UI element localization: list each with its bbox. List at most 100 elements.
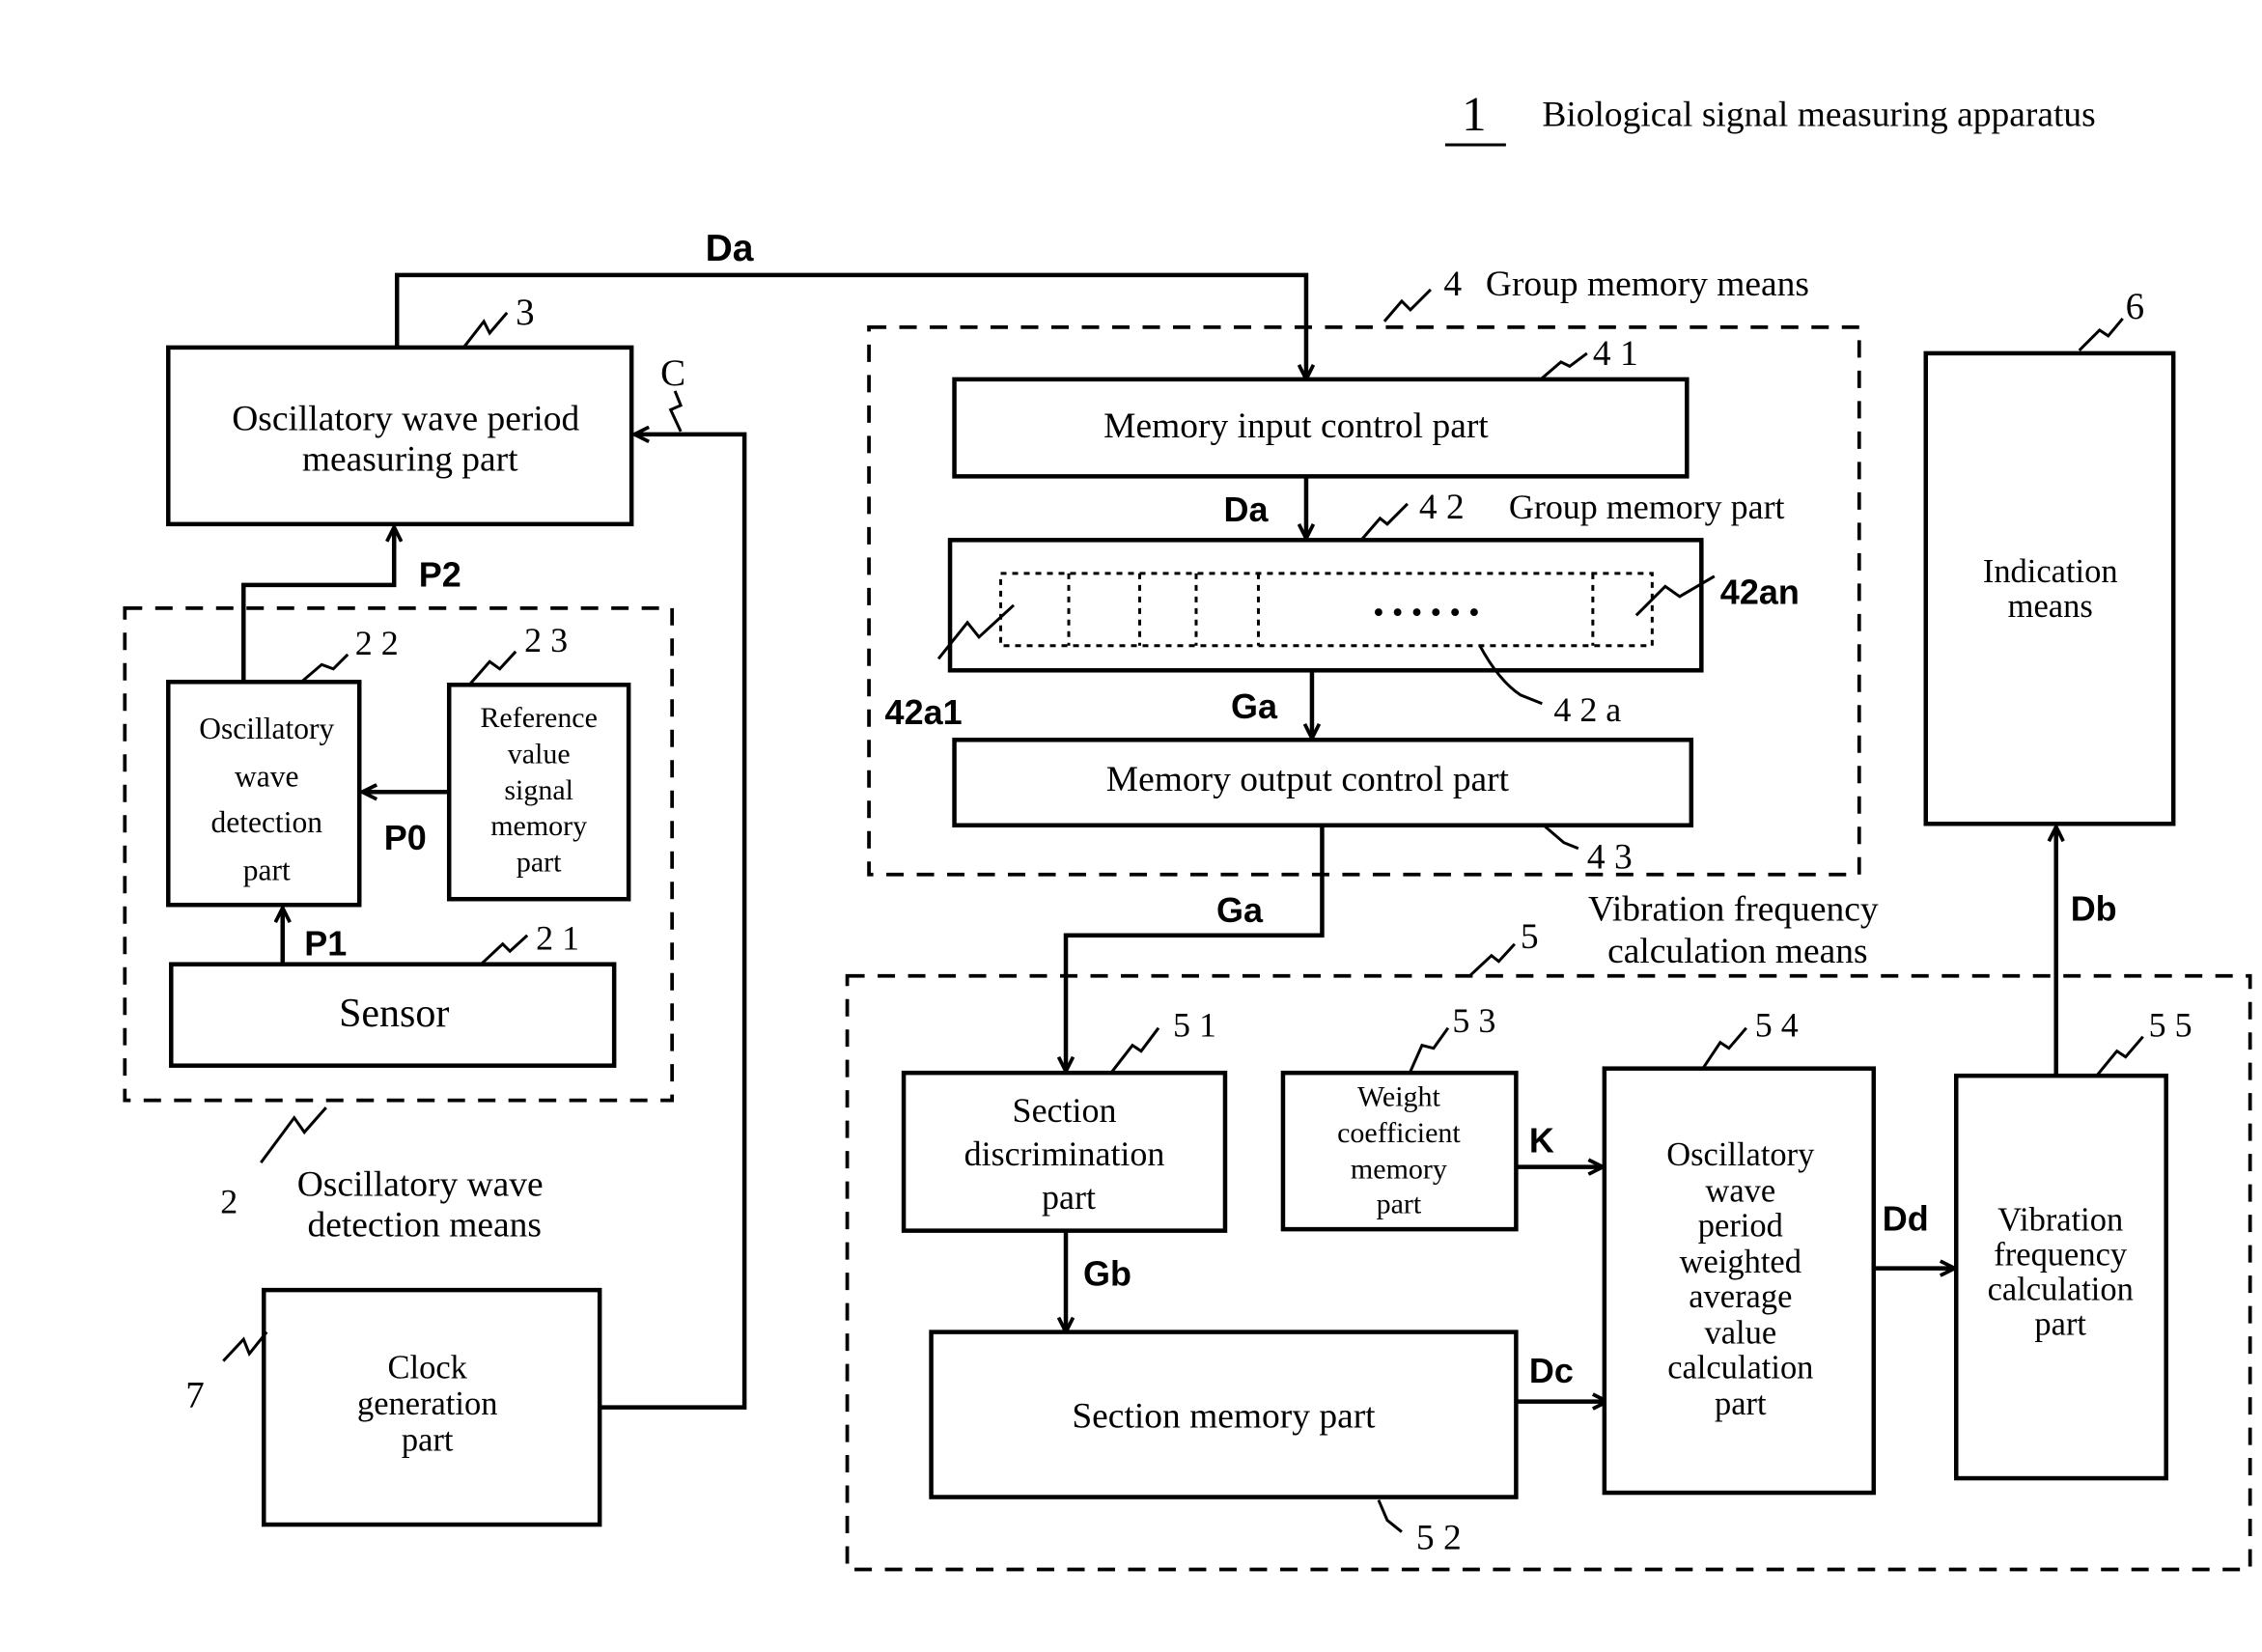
signal-C: C — [660, 352, 685, 394]
svg-text:5 4: 5 4 — [1755, 1006, 1799, 1045]
signal-P2: P2 — [419, 554, 461, 594]
svg-text:memory: memory — [490, 810, 587, 842]
group-4-number: 4 — [1443, 265, 1462, 304]
title-label: Biological signal measuring apparatus — [1542, 95, 2095, 134]
svg-text:2 1: 2 1 — [536, 919, 579, 958]
svg-text:Vibration: Vibration — [1997, 1202, 2123, 1239]
svg-text:3: 3 — [516, 292, 534, 333]
svg-text:means: means — [2008, 588, 2093, 625]
svg-text:Memory input control part: Memory input control part — [1103, 406, 1489, 446]
leader-2 — [260, 1106, 327, 1164]
leader-41 — [1539, 351, 1588, 381]
block-weighted-average-calculation-part: Oscillatory wave period weighted average… — [1602, 1006, 1877, 1496]
svg-text:memory: memory — [1351, 1154, 1447, 1186]
group-5-number: 5 — [1521, 917, 1539, 957]
leader-6 — [2078, 317, 2124, 351]
svg-text:5 3: 5 3 — [1452, 1001, 1495, 1040]
svg-text:Sensor: Sensor — [339, 992, 449, 1036]
signal-Ga-mid: Ga — [1231, 686, 1278, 726]
svg-text:Oscillatory wave period: Oscillatory wave period — [232, 399, 579, 438]
svg-text:5 5: 5 5 — [2149, 1006, 2192, 1045]
svg-text:calculation: calculation — [1667, 1350, 1813, 1386]
svg-text:4 3: 4 3 — [1587, 838, 1633, 878]
block-group-memory-part: • • • • • • 4 2 Group memory part 42a1 4… — [885, 488, 1800, 732]
svg-text:2 3: 2 3 — [524, 621, 568, 659]
signal-Da-mid: Da — [1223, 490, 1269, 529]
signal-P1: P1 — [304, 924, 347, 964]
svg-text:frequency: frequency — [1994, 1237, 2128, 1274]
figure-title: 1 Biological signal measuring apparatus — [1444, 88, 2096, 147]
svg-text:7: 7 — [185, 1375, 204, 1416]
block-period-measuring-part: Oscillatory wave period measuring part 3 — [166, 292, 634, 527]
block-indication-means: Indication means 6 — [1923, 286, 2176, 826]
signal-Gb: Gb — [1083, 1254, 1131, 1294]
svg-text:period: period — [1698, 1208, 1783, 1245]
svg-text:value: value — [1704, 1315, 1776, 1352]
svg-text:coefficient: coefficient — [1337, 1117, 1461, 1149]
leader-22 — [300, 653, 349, 684]
leader-43 — [1542, 824, 1579, 851]
svg-text:5 2: 5 2 — [1416, 1519, 1462, 1558]
svg-text:part: part — [517, 847, 562, 879]
leader-4 — [1382, 288, 1432, 322]
block-memory-input-control-part: Memory input control part 4 1 — [952, 334, 1690, 479]
svg-text:detection: detection — [211, 805, 323, 839]
svg-text:signal: signal — [504, 774, 573, 806]
leader-55 — [2095, 1035, 2144, 1078]
leader-C — [668, 390, 684, 433]
leader-42 — [1359, 502, 1409, 542]
svg-text:4 2 a: 4 2 a — [1553, 690, 1621, 729]
svg-text:5 1: 5 1 — [1173, 1006, 1216, 1045]
svg-text:4 1: 4 1 — [1593, 334, 1638, 374]
svg-text:42an: 42an — [1720, 572, 1800, 611]
leader-21 — [480, 934, 529, 966]
block-section-memory-part: Section memory part 5 2 — [929, 1330, 1519, 1558]
svg-text:discrimination: discrimination — [964, 1134, 1165, 1173]
leader-53 — [1409, 1026, 1450, 1073]
svg-text:generation: generation — [357, 1386, 497, 1422]
svg-text:Section: Section — [1013, 1091, 1117, 1130]
svg-text:measuring part: measuring part — [302, 439, 518, 479]
leader-3 — [462, 311, 509, 349]
leader-5 — [1468, 942, 1516, 977]
signal-Ga-low: Ga — [1216, 890, 1264, 930]
svg-text:Oscillatory: Oscillatory — [1666, 1136, 1815, 1173]
group-5-label-line2: calculation means — [1607, 932, 1867, 971]
leader-7 — [222, 1330, 268, 1362]
svg-text:42a1: 42a1 — [885, 692, 963, 732]
cells-ellipsis: • • • • • • — [1373, 596, 1480, 630]
svg-text:Clock: Clock — [388, 1350, 468, 1386]
svg-text:Memory output control part: Memory output control part — [1106, 760, 1510, 799]
group-2-number: 2 — [220, 1183, 237, 1221]
block-diagram: 1 Biological signal measuring apparatus … — [123, 88, 2252, 1572]
svg-text:part: part — [2034, 1306, 2086, 1343]
leader-51 — [1110, 1026, 1160, 1073]
svg-text:2 2: 2 2 — [355, 624, 399, 662]
svg-text:4 2: 4 2 — [1419, 488, 1465, 527]
block-wave-detection-part: Oscillatory wave detection part 2 2 — [166, 624, 399, 908]
block-sensor: Sensor 2 1 — [169, 919, 617, 1068]
block-vibration-frequency-calculation-part: Vibration frequency calculation part 5 5 — [1954, 1006, 2192, 1481]
svg-text:Section memory part: Section memory part — [1072, 1397, 1376, 1437]
group-2-label-line1: Oscillatory wave — [297, 1165, 544, 1205]
svg-text:Oscillatory: Oscillatory — [199, 712, 334, 745]
svg-text:Indication: Indication — [1983, 553, 2118, 590]
svg-text:wave: wave — [1705, 1173, 1775, 1210]
svg-text:weighted: weighted — [1680, 1244, 1801, 1280]
svg-text:value: value — [508, 738, 571, 770]
block-reference-memory-part: Reference value signal memory part 2 3 — [446, 621, 631, 902]
svg-text:part: part — [1042, 1178, 1096, 1217]
svg-text:Weight: Weight — [1357, 1081, 1441, 1113]
leader-23 — [468, 650, 517, 686]
group-2-label-line2: detection means — [308, 1206, 542, 1246]
signal-Dc: Dc — [1529, 1351, 1574, 1390]
svg-text:part: part — [1715, 1386, 1767, 1422]
leader-52 — [1377, 1498, 1403, 1533]
svg-text:part: part — [1377, 1189, 1422, 1220]
signal-Db: Db — [2071, 889, 2117, 929]
svg-text:6: 6 — [2126, 286, 2144, 327]
signal-P0: P0 — [384, 818, 427, 857]
group-4-label: Group memory means — [1486, 265, 1809, 304]
block-weight-coefficient-memory-part: Weight coefficient memory part 5 3 — [1280, 1001, 1519, 1232]
svg-text:wave: wave — [235, 759, 298, 793]
